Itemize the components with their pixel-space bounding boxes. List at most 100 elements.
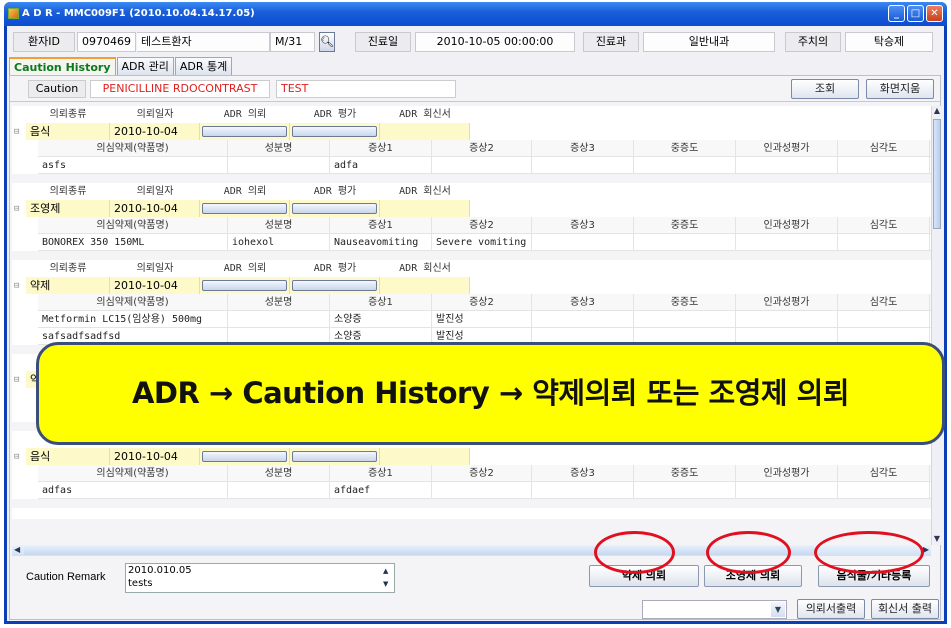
adr-evaluation-cell-button[interactable] [292,280,377,291]
scroll-left-arrow[interactable]: ◀ [14,545,20,554]
minimize-button[interactable]: _ [888,5,905,22]
detail-header-cell: 인과성평가 [736,217,838,233]
collapse-icon[interactable]: ⊟ [14,127,26,137]
adr-request-cell-button[interactable] [202,280,287,291]
horizontal-scrollbar[interactable]: ◀ ▶ [12,545,931,556]
patient-id-label: 환자ID [13,32,75,52]
scroll-thumb[interactable] [933,119,941,229]
adr-request-cell-button-wrap [200,277,290,294]
group-header-cell: ADR 회신서 [399,186,451,197]
collapse-icon[interactable]: ⊟ [14,452,26,462]
adr-request-cell-button[interactable] [202,126,287,137]
title-bar[interactable]: A D R - MMC009F1 (2010.10.04.14.17.05) _… [4,2,947,26]
adr-request-cell-button[interactable] [202,451,287,462]
group-header-cell: 의뢰종류 [49,186,87,197]
adr-evaluation-cell-button[interactable] [292,203,377,214]
request-date: 2010-10-04 [110,123,200,140]
group-row[interactable]: ⊟ 약제 2010-10-04 [12,277,931,294]
detail-row[interactable]: adfas afdaef [38,482,931,499]
detail-row[interactable]: asfs adfa [38,157,931,174]
detail-header: 의심약제(약품명)성분명증상1증상2증상3중증도인과성평가심각도 [38,465,931,482]
app-icon [8,8,19,19]
detail-header-cell: 성분명 [228,140,330,156]
detail-header-cell: 증상3 [532,465,634,481]
adr-reply-cell[interactable] [380,448,470,465]
remark-scroll-arrows[interactable]: ▲ ▼ [383,565,393,591]
print-type-select[interactable]: ▼ [642,600,787,619]
detail-header-cell: 중증도 [634,217,736,233]
detail-cell: Severe vomiting [432,234,532,250]
group-header-cell: ADR 회신서 [399,109,451,120]
detail-row[interactable]: BONOREX 350 150ML iohexol Nauseavomiting Se… [38,234,931,251]
request-type: 음식 [26,123,110,140]
detail-header-cell: 의심약제(약품명) [38,294,228,310]
group-header-cell: ADR 평가 [313,109,357,120]
adr-request-cell-button-wrap [200,448,290,465]
remark-line-1: 2010.010.05 [128,565,192,576]
vertical-scrollbar[interactable]: ▲ ▼ [931,106,942,545]
maximize-button[interactable]: □ [907,5,924,22]
visit-date-value: 2010-10-05 00:00:00 [415,32,575,52]
chevron-down-icon[interactable]: ▼ [771,602,785,617]
search-patient-button[interactable]: 🔍︎ [319,32,335,52]
scroll-up-arrow[interactable]: ▲ [932,106,942,117]
horizontal-scroll-thumb[interactable] [24,546,814,555]
group-row[interactable]: ⊟ 음식 2010-10-04 [12,448,931,465]
adr-evaluation-cell-button[interactable] [292,451,377,462]
adr-request-cell-button-wrap [200,200,290,217]
dept-label: 진료과 [583,32,639,52]
detail-header-cell: 증상3 [532,294,634,310]
detail-table: 의심약제(약품명) 성분명 증상1 증상2 증상3 중증도 인과성평가 심각도 Metformi… [38,294,931,345]
detail-header-cell: 중증도 [634,294,736,310]
collapse-icon[interactable]: ⊟ [14,204,26,214]
caution-history-grid[interactable]: 의뢰종류 의뢰일자 ADR 의뢰 ADR 평가 ADR 회신서 ⊟ 음식 2010-10-04… [12,106,931,519]
clear-screen-button[interactable]: 화면지움 [866,79,934,99]
group-header-cell: ADR 의뢰 [223,186,267,197]
request-type: 약제 [26,277,110,294]
detail-cell [634,157,736,173]
group-row[interactable]: ⊟ 조영제 2010-10-04 [12,200,931,217]
print-request-button[interactable]: 의뢰서출력 [797,599,865,619]
adr-request-cell-button[interactable] [202,203,287,214]
tab-adr-management[interactable]: ADR 관리 [116,57,174,75]
tab-adr-statistics[interactable]: ADR 통계 [174,57,233,75]
detail-header-cell: 의심약제(약품명) [38,465,228,481]
tab-caution-history[interactable]: Caution History [9,57,116,75]
request-date: 2010-10-04 [110,448,200,465]
magnifier-icon: 🔍︎ [320,35,334,48]
detail-cell [228,482,330,498]
detail-header-cell: 증상2 [432,465,532,481]
caution-remark-label: Caution Remark [26,571,106,583]
adr-reply-cell[interactable] [380,200,470,217]
print-reply-button[interactable]: 회신서 출력 [871,599,939,619]
detail-cell [736,234,838,250]
detail-table: 의심약제(약품명) 성분명 증상1 증상2 증상3 중증도 인과성평가 심각도 asfs adfa [38,140,931,174]
close-button[interactable]: ✕ [926,5,943,22]
detail-header-cell: 심각도 [838,465,930,481]
detail-header-cell: 증상1 [330,294,432,310]
collapse-icon[interactable]: ⊟ [14,281,26,291]
detail-row[interactable]: Metformin LC15(임상용) 500mg 소양증 발진성 [38,311,931,328]
patient-id-input[interactable]: 0970469 [77,32,136,52]
adr-reply-cell[interactable] [380,123,470,140]
detail-header-cell: 인과성평가 [736,465,838,481]
detail-cell [838,234,930,250]
group-row[interactable]: ⊟ 음식 2010-10-04 [12,123,931,140]
adr-reply-cell[interactable] [380,277,470,294]
collapse-icon[interactable]: ⊟ [14,375,26,385]
detail-header-cell: 증상1 [330,465,432,481]
detail-cell: adfa [330,157,432,173]
group-spacer [12,174,931,183]
adr-group: 의뢰종류 의뢰일자 ADR 의뢰 ADR 평가 ADR 회신서 ⊟ 조영제 2010-10-0… [12,183,931,260]
caution-value-1: PENICILLINE RDOCONTRAST [90,80,270,98]
adr-evaluation-cell-button-wrap [290,123,380,140]
group-header-cell: ADR 의뢰 [223,263,267,274]
caution-remark-textarea[interactable]: 2010.010.05 tests ▲ ▼ [125,563,395,593]
detail-cell: 소양증 [330,311,432,327]
group-header-cell: ADR 의뢰 [223,109,267,120]
detail-cell: BONOREX 350 150ML [38,234,228,250]
detail-cell: 발진성 [432,311,532,327]
search-button[interactable]: 조회 [791,79,859,99]
adr-evaluation-cell-button[interactable] [292,126,377,137]
scroll-down-arrow[interactable]: ▼ [932,534,942,545]
